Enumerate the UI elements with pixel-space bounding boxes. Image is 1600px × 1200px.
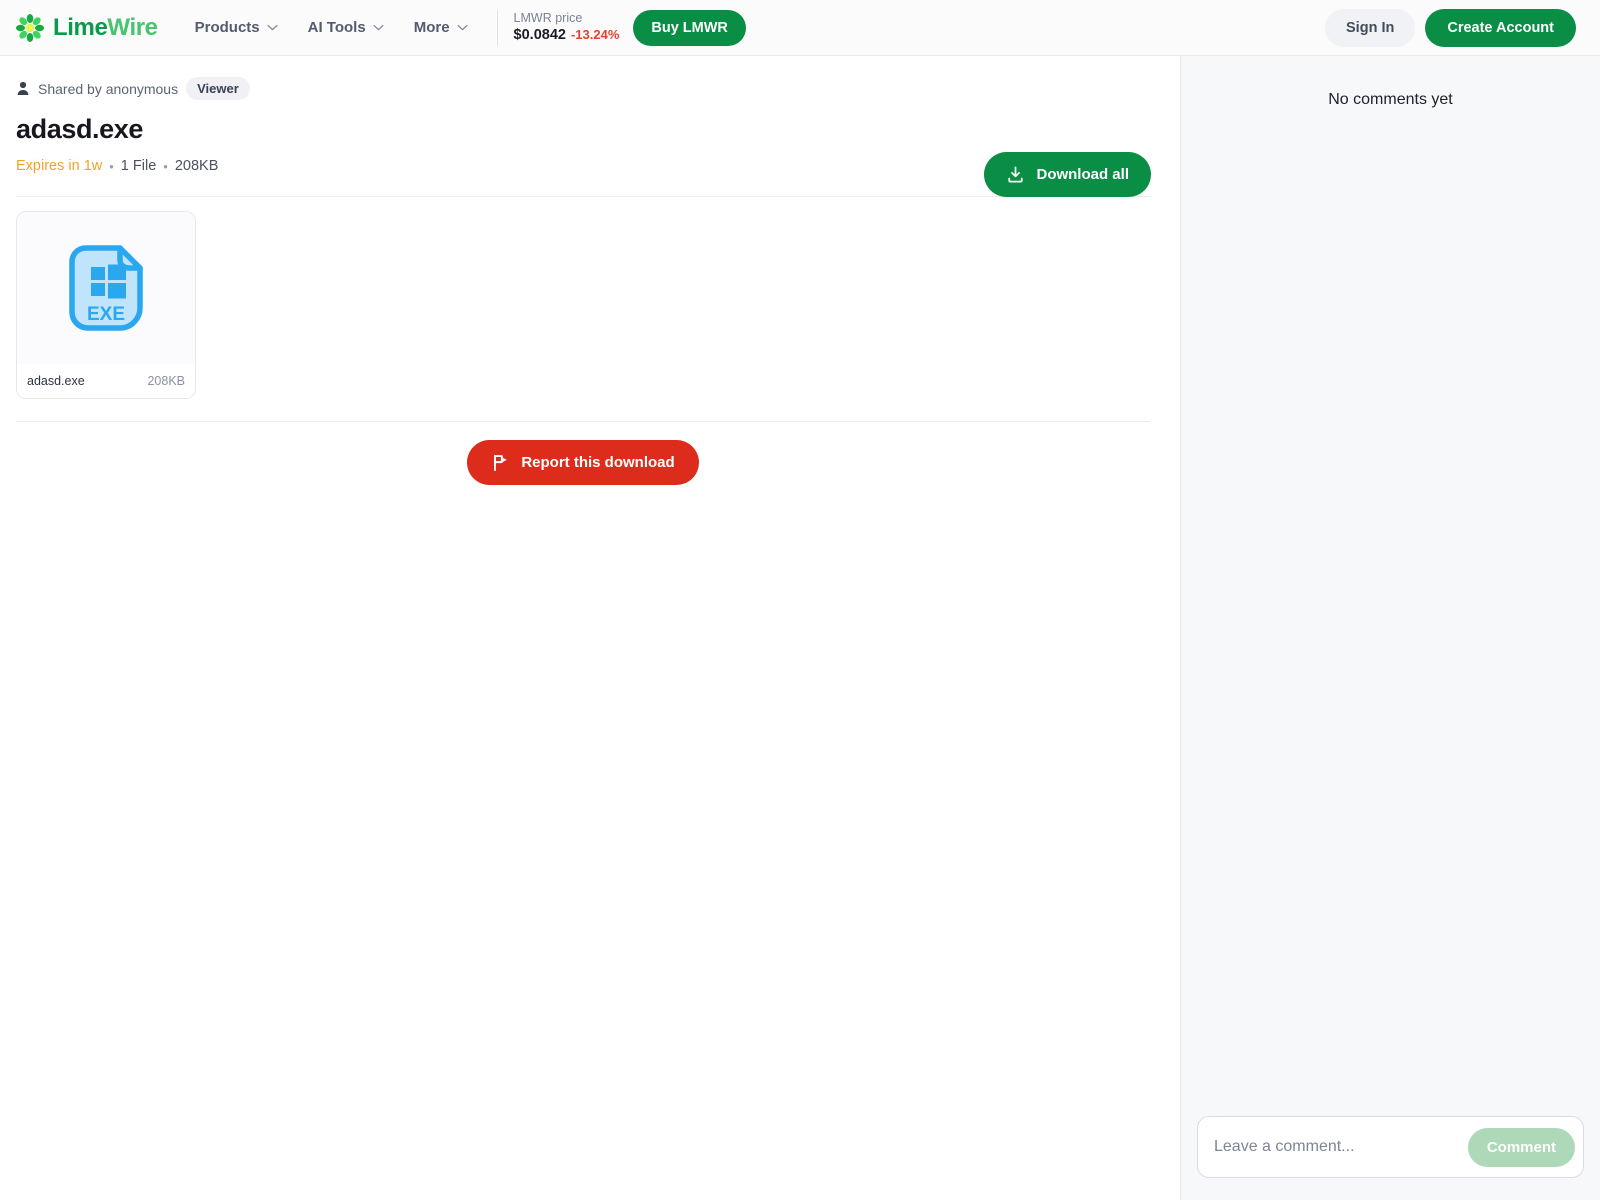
lmwr-price-value: $0.0842 <box>513 27 566 43</box>
role-badge-viewer[interactable]: Viewer <box>186 77 250 100</box>
shared-by-label: Shared by anonymous <box>38 80 179 97</box>
download-icon <box>1008 166 1024 183</box>
exe-file-icon: EXE <box>69 245 143 331</box>
comments-sidebar: No comments yet Comment <box>1180 56 1600 1200</box>
comments-empty-state: No comments yet <box>1328 91 1453 108</box>
logo-text-wire: Wire <box>107 13 158 41</box>
chevron-down-icon <box>267 24 278 31</box>
file-card-name: adasd.exe <box>27 374 85 388</box>
limewire-flower-icon <box>16 13 44 42</box>
lmwr-price-row: $0.0842 -13.24% <box>514 26 620 44</box>
file-count-label: 1 File <box>120 158 157 174</box>
lmwr-price-label: LMWR price <box>513 11 583 25</box>
file-detail-panel: Shared by anonymous Viewer adasd.exe Exp… <box>0 56 1180 1200</box>
logo-text-lime: Lime <box>53 13 108 41</box>
report-download-button[interactable]: Report this download <box>467 440 699 485</box>
shared-by-row: Shared by anonymous Viewer <box>16 77 1164 100</box>
main-nav: Products AI Tools More <box>180 11 483 44</box>
person-icon <box>17 81 29 95</box>
nav-item-label: More <box>413 19 450 36</box>
meta-separator: • <box>109 158 114 174</box>
chevron-down-icon <box>373 24 384 31</box>
file-thumbnail: EXE <box>17 212 195 364</box>
nav-item-ai-tools[interactable]: AI Tools <box>293 11 399 44</box>
logo-wordmark: LimeWire <box>53 14 158 42</box>
file-card-size: 208KB <box>147 374 185 388</box>
svg-text:EXE: EXE <box>87 304 125 325</box>
flag-icon <box>494 454 508 472</box>
create-account-button[interactable]: Create Account <box>1425 8 1576 47</box>
download-all-label: Download all <box>1036 166 1129 183</box>
report-download-label: Report this download <box>521 454 675 471</box>
nav-item-label: AI Tools <box>307 19 366 36</box>
file-list: EXE adasd.exe 208KB <box>16 197 1164 399</box>
file-card[interactable]: EXE adasd.exe 208KB <box>16 211 196 399</box>
limewire-logo[interactable]: LimeWire <box>14 12 158 44</box>
file-card-footer: adasd.exe 208KB <box>17 364 195 398</box>
chevron-down-icon <box>457 24 468 31</box>
report-section: Report this download <box>16 422 1150 485</box>
lmwr-price-block: LMWR price $0.0842 -13.24% <box>496 9 620 46</box>
comment-input-container[interactable]: Comment <box>1197 1116 1584 1178</box>
comment-input[interactable] <box>1214 1138 1468 1156</box>
page-title: adasd.exe <box>16 114 143 144</box>
total-size-label: 208KB <box>174 158 219 174</box>
nav-item-label: Products <box>194 19 260 36</box>
comment-composer: Comment <box>1181 1098 1600 1200</box>
sign-in-button[interactable]: Sign In <box>1325 8 1416 47</box>
comment-submit-button[interactable]: Comment <box>1467 1127 1575 1167</box>
header-actions: Sign In Create Account <box>1325 8 1576 47</box>
meta-separator: • <box>163 158 168 174</box>
lmwr-price-change: -13.24% <box>570 27 620 42</box>
download-all-button[interactable]: Download all <box>984 152 1151 197</box>
buy-lmwr-button[interactable]: Buy LMWR <box>633 9 746 46</box>
expires-label: Expires in 1w <box>16 158 103 174</box>
nav-item-more[interactable]: More <box>399 11 483 44</box>
nav-item-products[interactable]: Products <box>180 11 293 44</box>
top-navigation-bar: LimeWire Products AI Tools More LMWR pri… <box>0 0 1600 56</box>
page-layout: Shared by anonymous Viewer adasd.exe Exp… <box>0 56 1600 1200</box>
